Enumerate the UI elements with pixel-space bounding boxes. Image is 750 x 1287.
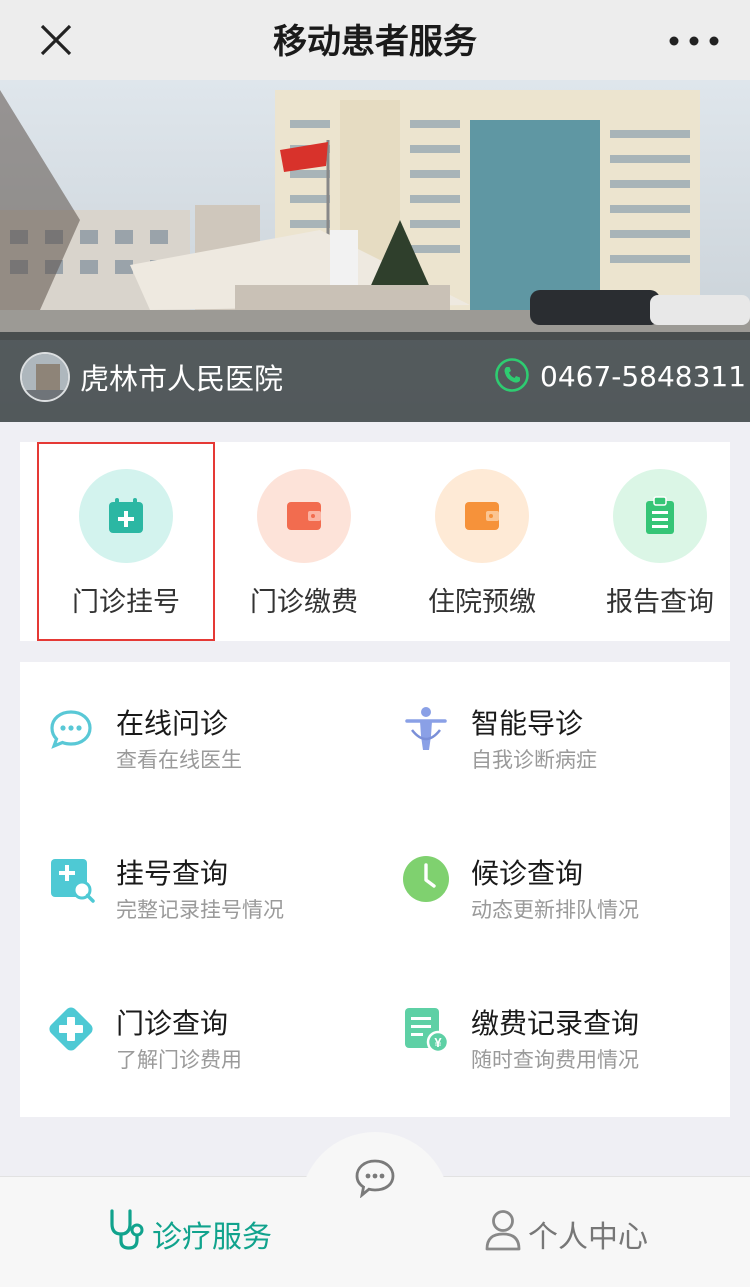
wallet-icon [287,502,321,530]
chat-bubble-icon [50,710,92,749]
quick-action-label: 住院预缴 [428,587,536,618]
wallet-icon-bg [257,469,351,563]
more-icon[interactable] [666,26,722,56]
quick-action-outpatient-registration[interactable]: 门诊挂号 [37,442,215,641]
quick-action-outpatient-payment[interactable]: 门诊缴费 [215,442,393,641]
service-subtitle: 随时查询费用情况 [471,1048,639,1072]
phone-number[interactable]: 0467-5848311 [540,360,746,393]
register-search-icon [51,859,95,903]
tab-label: 个人中心 [528,1220,648,1255]
quick-action-label: 门诊缴费 [250,587,358,618]
service-subtitle: 查看在线医生 [116,748,242,772]
service-title: 门诊查询 [116,1007,229,1040]
banner-info-bar: 虎林市人民医院 0467-5848311 [0,332,750,422]
service-outpatient-query[interactable]: 门诊查询 了解门诊费用 [20,962,360,1072]
service-subtitle: 动态更新排队情况 [471,898,639,922]
hospital-name: 虎林市人民医院 [80,362,284,396]
tab-personal-center[interactable]: 个人中心 [484,1204,664,1260]
top-bar: 移动患者服务 [0,0,750,80]
service-online-consultation[interactable]: 在线问诊 查看在线医生 [20,662,360,772]
service-subtitle: 完整记录挂号情况 [116,898,284,922]
service-title: 缴费记录查询 [471,1007,640,1040]
quick-action-label: 报告查询 [606,587,714,618]
quick-action-inpatient-prepayment[interactable]: 住院预缴 [393,442,571,641]
bill-record-icon: ¥ [405,1008,450,1054]
quick-action-report-query[interactable]: 报告查询 [571,442,749,641]
service-subtitle: 了解门诊费用 [116,1048,242,1072]
quick-actions-panel: 门诊挂号 门诊缴费 住院预缴 报告查询 [20,442,730,641]
tab-label: 诊疗服务 [152,1220,272,1255]
tab-diagnosis-service[interactable]: 诊疗服务 [106,1204,286,1260]
clipboard-icon [646,496,674,534]
calendar-plus-icon-bg [79,469,173,563]
chat-icon[interactable] [354,1158,396,1198]
page-title: 移动患者服务 [273,22,477,62]
calendar-plus-icon [109,498,143,533]
service-title: 在线问诊 [116,707,229,740]
service-subtitle: 自我诊断病症 [471,748,597,772]
wallet-icon [465,502,499,530]
service-registration-query[interactable]: 挂号查询 完整记录挂号情况 [20,812,360,922]
hospital-banner: 虎林市人民医院 0467-5848311 [0,80,750,422]
service-title: 智能导诊 [471,707,584,740]
hospital-thumbnail [22,354,68,400]
medical-cross-icon [49,1007,93,1051]
wallet-icon-bg [435,469,529,563]
clock-icon [403,856,449,902]
service-title: 候诊查询 [471,857,584,890]
phone-icon[interactable] [494,357,530,393]
clipboard-icon-bg [613,469,707,563]
stethoscope-icon [110,1209,144,1250]
body-guide-icon [405,707,447,750]
service-smart-guide[interactable]: 智能导诊 自我诊断病症 [375,662,715,772]
user-icon [485,1210,521,1251]
service-waiting-query[interactable]: 候诊查询 动态更新排队情况 [375,812,715,922]
svg-text:¥: ¥ [434,1035,442,1050]
service-title: 挂号查询 [116,857,229,890]
hospital-avatar [20,352,70,402]
quick-action-label: 门诊挂号 [72,587,180,618]
service-payment-record-query[interactable]: ¥ 缴费记录查询 随时查询费用情况 [375,962,715,1072]
services-panel: 在线问诊 查看在线医生 智能导诊 自我诊断病症 挂号查询 完整记录挂号情况 候诊… [20,662,730,1117]
